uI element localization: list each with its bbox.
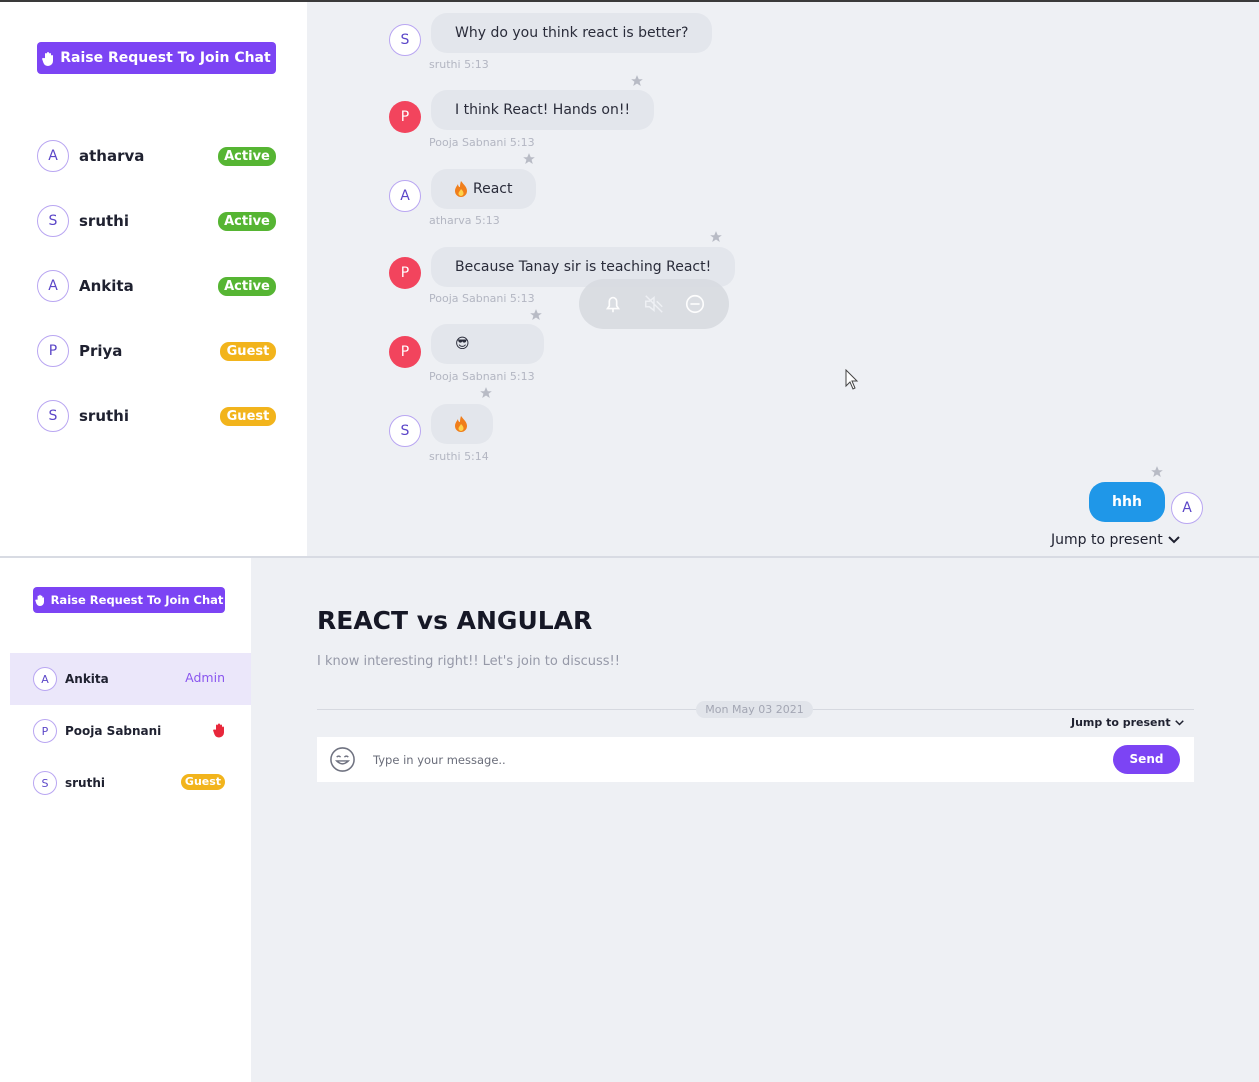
avatar: P <box>389 336 421 368</box>
mute-icon[interactable] <box>643 293 665 315</box>
raise-request-button[interactable]: Raise Request To Join Chat <box>37 42 276 74</box>
message-actions-bar <box>579 279 729 329</box>
message-bubble[interactable]: React <box>431 169 537 209</box>
member-name: Pooja Sabnani <box>65 724 162 738</box>
member-name: Ankita <box>65 672 109 686</box>
role-badge: Admin <box>185 670 225 685</box>
member-name: Priya <box>79 342 123 360</box>
remove-icon[interactable] <box>684 293 706 315</box>
member-item[interactable]: S sruthi Guest <box>10 757 251 809</box>
jump-to-present-label: Jump to present <box>1071 716 1171 729</box>
avatar: S <box>37 400 69 432</box>
message-bubble[interactable]: I think React! Hands on!! <box>431 90 655 130</box>
message-input[interactable] <box>373 745 1093 774</box>
avatar: A <box>389 180 421 212</box>
member-item[interactable]: P Priya Guest <box>37 335 276 367</box>
raise-request-button[interactable]: Raise Request To Join Chat <box>33 587 225 613</box>
avatar: A <box>1171 492 1203 524</box>
own-message-bubble[interactable]: hhh <box>1089 482 1165 522</box>
jump-to-present-link[interactable]: Jump to present <box>1051 532 1180 548</box>
member-item[interactable]: P Pooja Sabnani <box>10 705 251 757</box>
star-icon[interactable] <box>522 152 536 166</box>
member-name: Ankita <box>79 277 134 295</box>
pin-icon[interactable] <box>602 293 624 315</box>
member-item[interactable]: A atharva Active <box>37 140 276 172</box>
send-button[interactable]: Send <box>1113 745 1180 774</box>
message-meta: sruthi 5:14 <box>429 450 489 463</box>
room-description: I know interesting right!! Let's join to… <box>317 654 620 669</box>
raise-request-label: Raise Request To Join Chat <box>60 50 271 66</box>
message-bubble[interactable]: 😎 <box>431 324 544 364</box>
avatar: P <box>33 719 57 743</box>
star-icon[interactable] <box>630 74 644 88</box>
emoji-picker-icon[interactable] <box>329 746 356 773</box>
message-meta: sruthi 5:13 <box>429 58 489 71</box>
sidebar: Raise Request To Join Chat A Ankita Admi… <box>0 558 251 1082</box>
status-badge: Active <box>218 147 276 166</box>
role-badge: Guest <box>181 774 225 790</box>
member-name: sruthi <box>65 776 105 790</box>
member-name: atharva <box>79 147 145 165</box>
member-item[interactable]: S sruthi Active <box>37 205 276 237</box>
avatar: A <box>37 140 69 172</box>
avatar: P <box>389 257 421 289</box>
fire-emoji-icon <box>455 181 467 197</box>
message-bubble[interactable]: Why do you think react is better? <box>431 13 713 53</box>
chat-room-view-bottom: Raise Request To Join Chat A Ankita Admi… <box>0 558 1259 1082</box>
member-name: sruthi <box>79 212 129 230</box>
message-meta: Pooja Sabnani 5:13 <box>429 370 535 383</box>
member-name: sruthi <box>79 407 129 425</box>
member-item[interactable]: A Ankita Active <box>37 270 276 302</box>
status-badge: Guest <box>220 342 276 361</box>
status-badge: Active <box>218 277 276 296</box>
status-badge: Guest <box>220 407 276 426</box>
message-meta: Pooja Sabnani 5:13 <box>429 292 535 305</box>
avatar: S <box>37 205 69 237</box>
room-main: REACT vs ANGULAR I know interesting righ… <box>251 558 1259 1082</box>
room-title: REACT vs ANGULAR <box>317 606 593 635</box>
message-composer: Send <box>317 737 1194 782</box>
avatar: S <box>33 771 57 795</box>
avatar: S <box>389 415 421 447</box>
mouse-cursor-icon <box>845 369 859 390</box>
star-icon[interactable] <box>709 230 723 244</box>
chat-room-view-top: Raise Request To Join Chat A atharva Act… <box>0 0 1259 556</box>
chat-messages-area: S Why do you think react is better? srut… <box>307 2 1259 556</box>
jump-to-present-label: Jump to present <box>1051 532 1163 548</box>
avatar: A <box>37 270 69 302</box>
status-badge: Active <box>218 212 276 231</box>
star-icon[interactable] <box>1150 465 1164 479</box>
avatar: P <box>389 101 421 133</box>
raised-hand-icon[interactable] <box>213 721 225 739</box>
chevron-down-icon <box>1174 719 1184 726</box>
hand-icon <box>42 51 54 66</box>
star-icon[interactable] <box>529 308 543 322</box>
raise-request-label: Raise Request To Join Chat <box>50 593 224 607</box>
hand-icon <box>34 594 44 606</box>
member-item[interactable]: A Ankita Admin <box>10 653 251 705</box>
chevron-down-icon <box>1167 536 1180 544</box>
jump-to-present-link[interactable]: Jump to present <box>1071 716 1184 729</box>
date-label: Mon May 03 2021 <box>696 701 813 718</box>
avatar: P <box>37 335 69 367</box>
avatar: A <box>33 667 57 691</box>
message-text: React <box>473 181 513 197</box>
star-icon[interactable] <box>479 386 493 400</box>
message-meta: atharva 5:13 <box>429 214 500 227</box>
message-meta: Pooja Sabnani 5:13 <box>429 136 535 149</box>
member-item[interactable]: S sruthi Guest <box>37 400 276 432</box>
fire-emoji-icon <box>455 416 467 432</box>
avatar: S <box>389 24 421 56</box>
message-bubble[interactable] <box>431 404 493 444</box>
